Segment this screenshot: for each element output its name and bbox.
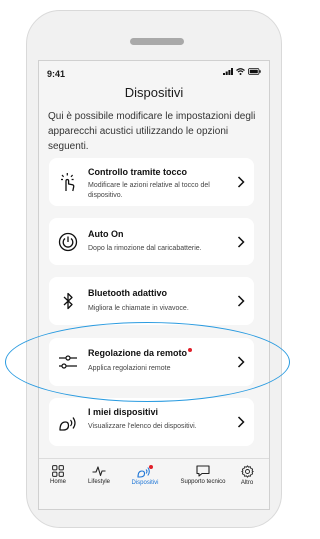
- my-devices-card[interactable]: I miei dispositivi Visualizzare l'elenco…: [49, 398, 254, 446]
- intro-text: Qui è possibile modificare le impostazio…: [48, 111, 256, 152]
- notification-dot: [188, 348, 193, 352]
- status-bar: 9:41: [39, 61, 269, 81]
- tab-home[interactable]: Home: [47, 465, 69, 485]
- card-desc: Visualizzare l'elenco dei dispositivi.: [88, 423, 197, 430]
- tab-support[interactable]: Supporto tecnico: [179, 465, 227, 485]
- card-title: I miei dispositivi: [88, 407, 159, 417]
- chat-icon: [196, 465, 210, 477]
- chevron-right-icon: [237, 236, 245, 248]
- card-desc: Applica regolazioni remote: [88, 365, 171, 372]
- card-desc: Dopo la rimozione dal caricabatterie.: [88, 245, 202, 252]
- tab-label: Altro: [240, 480, 254, 486]
- chevron-right-icon: [237, 295, 245, 307]
- tab-more[interactable]: Altro: [236, 465, 258, 486]
- card-title-text: Regolazione da remoto: [88, 348, 188, 358]
- card-title: Regolazione da remoto: [88, 348, 193, 358]
- wifi-icon: [236, 68, 245, 75]
- tab-label: Dispositivi: [131, 480, 159, 486]
- gear-icon: [240, 465, 254, 478]
- tab-devices[interactable]: Dispositivi: [123, 465, 167, 486]
- chevron-right-icon: [237, 416, 245, 428]
- bottom-tab-bar: Home Lifestyle Dispositivi Supporto tecn…: [39, 458, 269, 509]
- card-title: Controllo tramite tocco: [88, 167, 188, 177]
- tab-label: Lifestyle: [87, 479, 110, 485]
- status-icons: [223, 68, 261, 75]
- remote-adjustment-card[interactable]: Regolazione da remoto Applica regolazion…: [49, 338, 254, 386]
- tab-lifestyle[interactable]: Lifestyle: [84, 465, 114, 485]
- phone-frame: 9:41 Dispositivi Qui è possibile modific…: [26, 10, 282, 528]
- tab-label: Home: [49, 479, 66, 485]
- adaptive-bluetooth-card[interactable]: Bluetooth adattivo Migliora le chiamate …: [49, 277, 254, 325]
- card-title: Auto On: [88, 229, 124, 239]
- auto-on-card[interactable]: Auto On Dopo la rimozione dal caricabatt…: [49, 218, 254, 265]
- lifestyle-icon: [92, 466, 106, 477]
- chevron-right-icon: [237, 356, 245, 368]
- home-grid-icon: [52, 465, 64, 477]
- battery-icon: [248, 68, 261, 75]
- card-desc: Migliora le chiamate in vivavoce.: [88, 305, 189, 312]
- card-title: Bluetooth adattivo: [88, 288, 167, 298]
- phone-speaker: [130, 38, 184, 45]
- tab-label: Supporto tecnico: [180, 479, 226, 485]
- app-screen: 9:41 Dispositivi Qui è possibile modific…: [38, 60, 270, 510]
- devices-icon: [137, 465, 153, 478]
- bluetooth-icon: [63, 292, 73, 310]
- power-icon: [58, 232, 78, 252]
- touch-icon: [61, 173, 75, 192]
- page-title: Dispositivi: [124, 85, 184, 100]
- sliders-icon: [59, 355, 77, 369]
- touch-control-card[interactable]: Controllo tramite tocco Modificare le az…: [49, 158, 254, 206]
- signal-icon: [223, 68, 233, 75]
- chevron-right-icon: [237, 176, 245, 188]
- status-time: 9:41: [47, 69, 66, 79]
- hearing-aid-icon: [59, 417, 76, 431]
- card-desc: Modificare le azioni relative al tocco d…: [88, 182, 210, 199]
